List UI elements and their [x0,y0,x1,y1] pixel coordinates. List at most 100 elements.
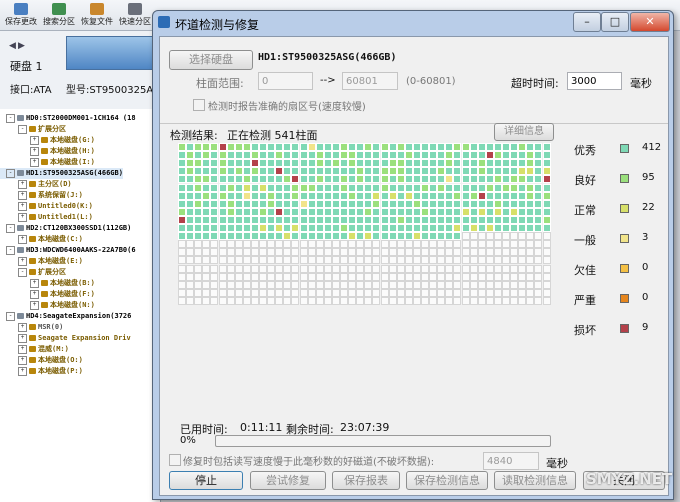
tree-item[interactable]: + 本地磁盘(P:) [0,366,83,377]
collapse-icon[interactable]: - [6,223,15,233]
tree-item[interactable]: + 本地磁盘(C:) [0,234,83,245]
try-repair-button[interactable]: 尝试修复 [250,471,326,490]
sector-cell [186,256,194,264]
expand-icon[interactable]: + [18,322,27,332]
sector-cell [437,175,445,183]
report-sector-checkbox[interactable] [193,99,205,111]
expand-icon[interactable]: + [18,256,27,266]
maximize-icon[interactable]: □ [601,12,629,32]
tree-item[interactable]: + 本地磁盘(G:) [0,135,95,146]
expand-icon[interactable]: + [18,366,27,376]
collapse-icon[interactable]: - [6,168,15,178]
cyl-to-input[interactable]: 60801 [342,72,398,90]
save-info-button[interactable]: 保存检测信息 [406,471,488,490]
tree-item[interactable]: + 系统保留(J:) [0,190,83,201]
toolbar-button-0[interactable]: 保存更改 [2,2,40,30]
tree-item[interactable]: + 本地磁盘(E:) [0,256,83,267]
sector-cell [534,224,542,232]
load-info-button[interactable]: 读取检测信息 [494,471,576,490]
disk-bar-graphic [66,36,162,70]
sector-cell [364,192,372,200]
tree-item[interactable]: + Untitled1(L:) [0,212,93,223]
expand-icon[interactable]: + [18,212,27,222]
expand-icon[interactable]: + [18,333,27,343]
sector-cell [413,151,421,159]
tree-item[interactable]: + MSR(0) [0,322,63,333]
sector-cell [534,256,542,264]
repair-threshold-input[interactable]: 4840 [483,452,539,470]
sector-cell [437,297,445,305]
tree-item[interactable]: + 本地磁盘(O:) [0,355,83,366]
stop-button[interactable]: 停止 [169,471,243,490]
sector-cell [397,159,405,167]
collapse-icon[interactable]: - [6,245,15,255]
expand-icon[interactable]: + [30,278,39,288]
tree-item[interactable]: + 本地磁盘(F:) [0,289,95,300]
tree-item[interactable]: + 本地磁盘(I:) [0,157,95,168]
sector-cell [340,192,348,200]
tree-item[interactable]: - HD1:ST9500325ASG(466GB) [0,168,123,179]
save-report-button[interactable]: 保存报表 [332,471,400,490]
tree-item-label: 本地磁盘(G:) [50,136,95,144]
expand-icon[interactable]: + [18,344,27,354]
toolbar-button-3[interactable]: 快速分区 [116,2,154,30]
tree-item[interactable]: + Untitled0(K:) [0,201,93,212]
tree-item[interactable]: - HD3:WDCWD6400AAKS-22A7B0(6 [0,245,136,256]
cyl-from-input[interactable]: 0 [258,72,313,90]
dialog-titlebar[interactable]: 坏道检测与修复 – □ ✕ [153,11,673,35]
sector-cell [251,248,259,256]
expand-icon[interactable]: + [18,190,27,200]
sector-cell [405,232,413,240]
expand-icon[interactable]: + [18,234,27,244]
select-disk-button[interactable]: 选择硬盘 [169,50,253,70]
sector-cell [243,208,251,216]
tree-item[interactable]: - HD0:ST2000DM001-1CH164 (18 [0,113,136,124]
expand-icon[interactable]: + [18,201,27,211]
nav-back-icon[interactable]: ◀ [9,41,16,51]
timeout-input[interactable]: 3000 [567,72,622,90]
sector-cell [510,224,518,232]
toolbar-button-1[interactable]: 搜索分区 [40,2,78,30]
sector-cell [267,273,275,281]
sector-cell [235,192,243,200]
sector-cell [478,289,486,297]
repair-slow-checkbox[interactable] [169,454,181,466]
tree-item[interactable]: - 扩展分区 [0,124,66,135]
sector-cell [405,297,413,305]
sector-cell [291,232,299,240]
tree-item[interactable]: - HD4:SeagateExpansion(3726 [0,311,131,322]
nav-forward-icon[interactable]: ▶ [18,41,25,51]
toolbar-button-2[interactable]: 恢复文件 [78,2,116,30]
tree-item[interactable]: - HD2:CT120BX300SSD1(112GB) [0,223,131,234]
tree-item[interactable]: + 本地磁盘(H:) [0,146,95,157]
sector-cell [186,240,194,248]
legend-label: 一般 [574,234,596,247]
sector-cell [534,143,542,151]
close-icon[interactable]: ✕ [630,12,670,32]
sector-cell [202,281,210,289]
collapse-icon[interactable]: - [18,267,27,277]
tree-item[interactable]: + 本地磁盘(N:) [0,300,95,311]
sector-cell [437,232,445,240]
tree-item[interactable]: + 混威(M:) [0,344,69,355]
expand-icon[interactable]: + [30,146,39,156]
expand-icon[interactable]: + [30,289,39,299]
detail-button[interactable]: 详细信息 [494,123,554,141]
collapse-icon[interactable]: - [6,113,15,123]
expand-icon[interactable]: + [30,135,39,145]
collapse-icon[interactable]: - [18,124,27,134]
sector-cell [381,216,389,224]
sector-cell [283,265,291,273]
expand-icon[interactable]: + [18,355,27,365]
tree-item[interactable]: + 本地磁盘(B:) [0,278,95,289]
tree-item[interactable]: - 扩展分区 [0,267,66,278]
expand-icon[interactable]: + [18,179,27,189]
collapse-icon[interactable]: - [6,311,15,321]
minimize-icon[interactable]: – [573,12,601,32]
tree-item[interactable]: + Seagate Expansion Driv [0,333,131,344]
expand-icon[interactable]: + [30,300,39,310]
tree-item[interactable]: + 主分区(D) [0,179,72,190]
sector-cell [348,184,356,192]
expand-icon[interactable]: + [30,157,39,167]
tree-item-label: Untitled0(K:) [38,202,93,210]
